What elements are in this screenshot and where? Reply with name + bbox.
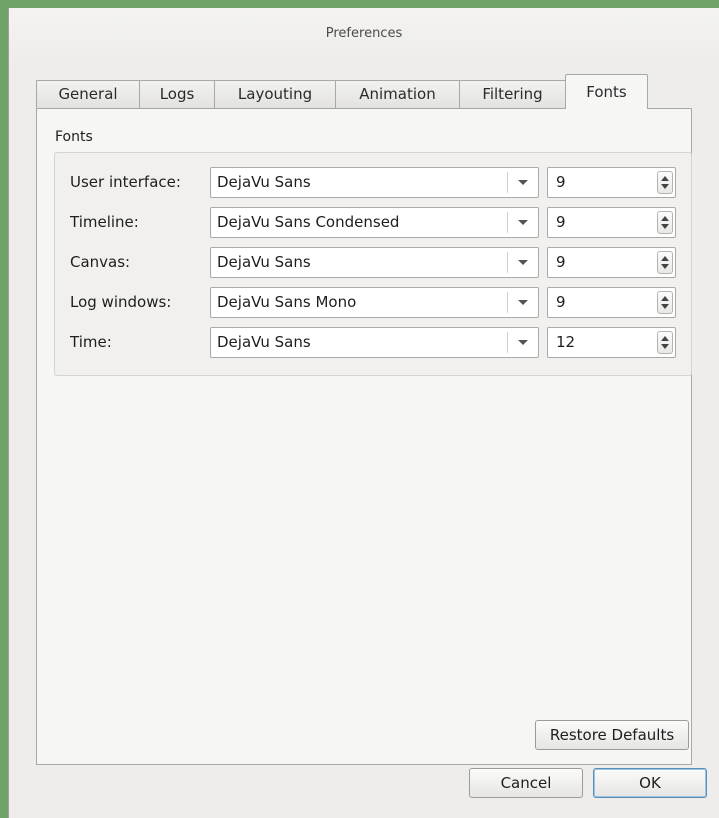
font-size-value: 12 [556, 333, 576, 351]
restore-defaults-button[interactable]: Restore Defaults [535, 720, 689, 750]
font-row-label: User interface: [70, 173, 181, 191]
font-family-combo[interactable]: DejaVu Sans [210, 247, 539, 278]
cancel-button[interactable]: Cancel [469, 768, 583, 798]
tab-animation[interactable]: Animation [335, 80, 460, 108]
font-row-log-windows: Log windows: DejaVu Sans Mono 9 [55, 287, 691, 319]
font-size-value: 9 [556, 253, 566, 271]
font-size-value: 9 [556, 293, 566, 311]
font-family-combo[interactable]: DejaVu Sans Mono [210, 287, 539, 318]
title-bar[interactable]: Preferences [9, 8, 719, 60]
font-row-timeline: Timeline: DejaVu Sans Condensed 9 [55, 207, 691, 239]
tab-fonts[interactable]: Fonts [565, 74, 648, 109]
font-family-value: DejaVu Sans Condensed [217, 213, 400, 231]
spin-arrows-icon[interactable] [657, 251, 673, 274]
preferences-dialog: Preferences General Logs Layouting Anima… [8, 8, 719, 818]
font-row-label: Canvas: [70, 253, 131, 271]
font-size-value: 9 [556, 173, 566, 191]
fonts-group-box: User interface: DejaVu Sans 9 Timeline: … [54, 152, 692, 376]
chevron-down-icon[interactable] [508, 208, 538, 237]
font-size-value: 9 [556, 213, 566, 231]
spin-arrows-icon[interactable] [657, 211, 673, 234]
spin-arrows-icon[interactable] [657, 331, 673, 354]
font-size-spinbox[interactable]: 9 [547, 167, 676, 198]
font-family-combo[interactable]: DejaVu Sans [210, 167, 539, 198]
font-size-spinbox[interactable]: 12 [547, 327, 676, 358]
tab-general[interactable]: General [36, 80, 140, 108]
ok-button[interactable]: OK [593, 768, 707, 798]
font-row-time: Time: DejaVu Sans 12 [55, 327, 691, 359]
font-family-combo[interactable]: DejaVu Sans [210, 327, 539, 358]
font-family-value: DejaVu Sans [217, 173, 311, 191]
tab-filtering[interactable]: Filtering [459, 80, 566, 108]
font-size-spinbox[interactable]: 9 [547, 247, 676, 278]
spin-arrows-icon[interactable] [657, 171, 673, 194]
tab-layouting[interactable]: Layouting [214, 80, 336, 108]
font-family-value: DejaVu Sans Mono [217, 293, 357, 311]
font-family-combo[interactable]: DejaVu Sans Condensed [210, 207, 539, 238]
font-row-label: Timeline: [70, 213, 139, 231]
fonts-group-title: Fonts [55, 129, 93, 145]
chevron-down-icon[interactable] [508, 248, 538, 277]
chevron-down-icon[interactable] [508, 168, 538, 197]
font-family-value: DejaVu Sans [217, 333, 311, 351]
window-title: Preferences [325, 26, 403, 41]
font-family-value: DejaVu Sans [217, 253, 311, 271]
font-size-spinbox[interactable]: 9 [547, 287, 676, 318]
font-row-canvas: Canvas: DejaVu Sans 9 [55, 247, 691, 279]
tab-logs[interactable]: Logs [139, 80, 215, 108]
font-row-user-interface: User interface: DejaVu Sans 9 [55, 167, 691, 199]
fonts-tab-panel: Fonts User interface: DejaVu Sans 9 Time… [36, 108, 692, 765]
chevron-down-icon[interactable] [508, 288, 538, 317]
spin-arrows-icon[interactable] [657, 291, 673, 314]
font-row-label: Time: [70, 333, 112, 351]
chevron-down-icon[interactable] [508, 328, 538, 357]
font-row-label: Log windows: [70, 293, 172, 311]
font-size-spinbox[interactable]: 9 [547, 207, 676, 238]
